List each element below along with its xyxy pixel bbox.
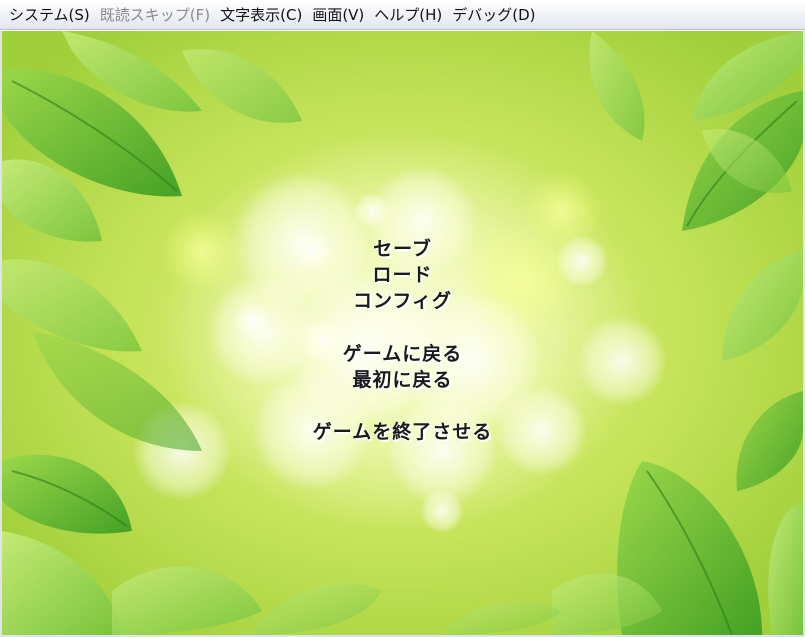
menu-debug[interactable]: デバッグ(D) [447, 3, 540, 27]
return-to-start-option[interactable]: 最初に戻る [2, 368, 803, 392]
menu-bar: システム(S) 既読スキップ(F) 文字表示(C) 画面(V) ヘルプ(H) デ… [0, 0, 805, 30]
game-screen[interactable]: セーブ ロード コンフィグ ゲームに戻る 最初に戻る ゲームを終了させる [2, 31, 803, 635]
load-option[interactable]: ロード [2, 263, 803, 287]
config-option[interactable]: コンフィグ [2, 289, 803, 313]
menu-screen[interactable]: 画面(V) [307, 3, 369, 27]
menu-skip-read[interactable]: 既読スキップ(F) [95, 3, 215, 27]
menu-help[interactable]: ヘルプ(H) [369, 3, 447, 27]
game-window: システム(S) 既読スキップ(F) 文字表示(C) 画面(V) ヘルプ(H) デ… [0, 0, 805, 637]
save-option[interactable]: セーブ [2, 237, 803, 261]
menu-text-display[interactable]: 文字表示(C) [215, 3, 307, 27]
return-to-game-option[interactable]: ゲームに戻る [2, 342, 803, 366]
menu-system[interactable]: システム(S) [4, 3, 95, 27]
window-border-left [0, 31, 2, 637]
title-menu: セーブ ロード コンフィグ ゲームに戻る 最初に戻る ゲームを終了させる [2, 31, 803, 635]
quit-game-option[interactable]: ゲームを終了させる [2, 420, 803, 444]
